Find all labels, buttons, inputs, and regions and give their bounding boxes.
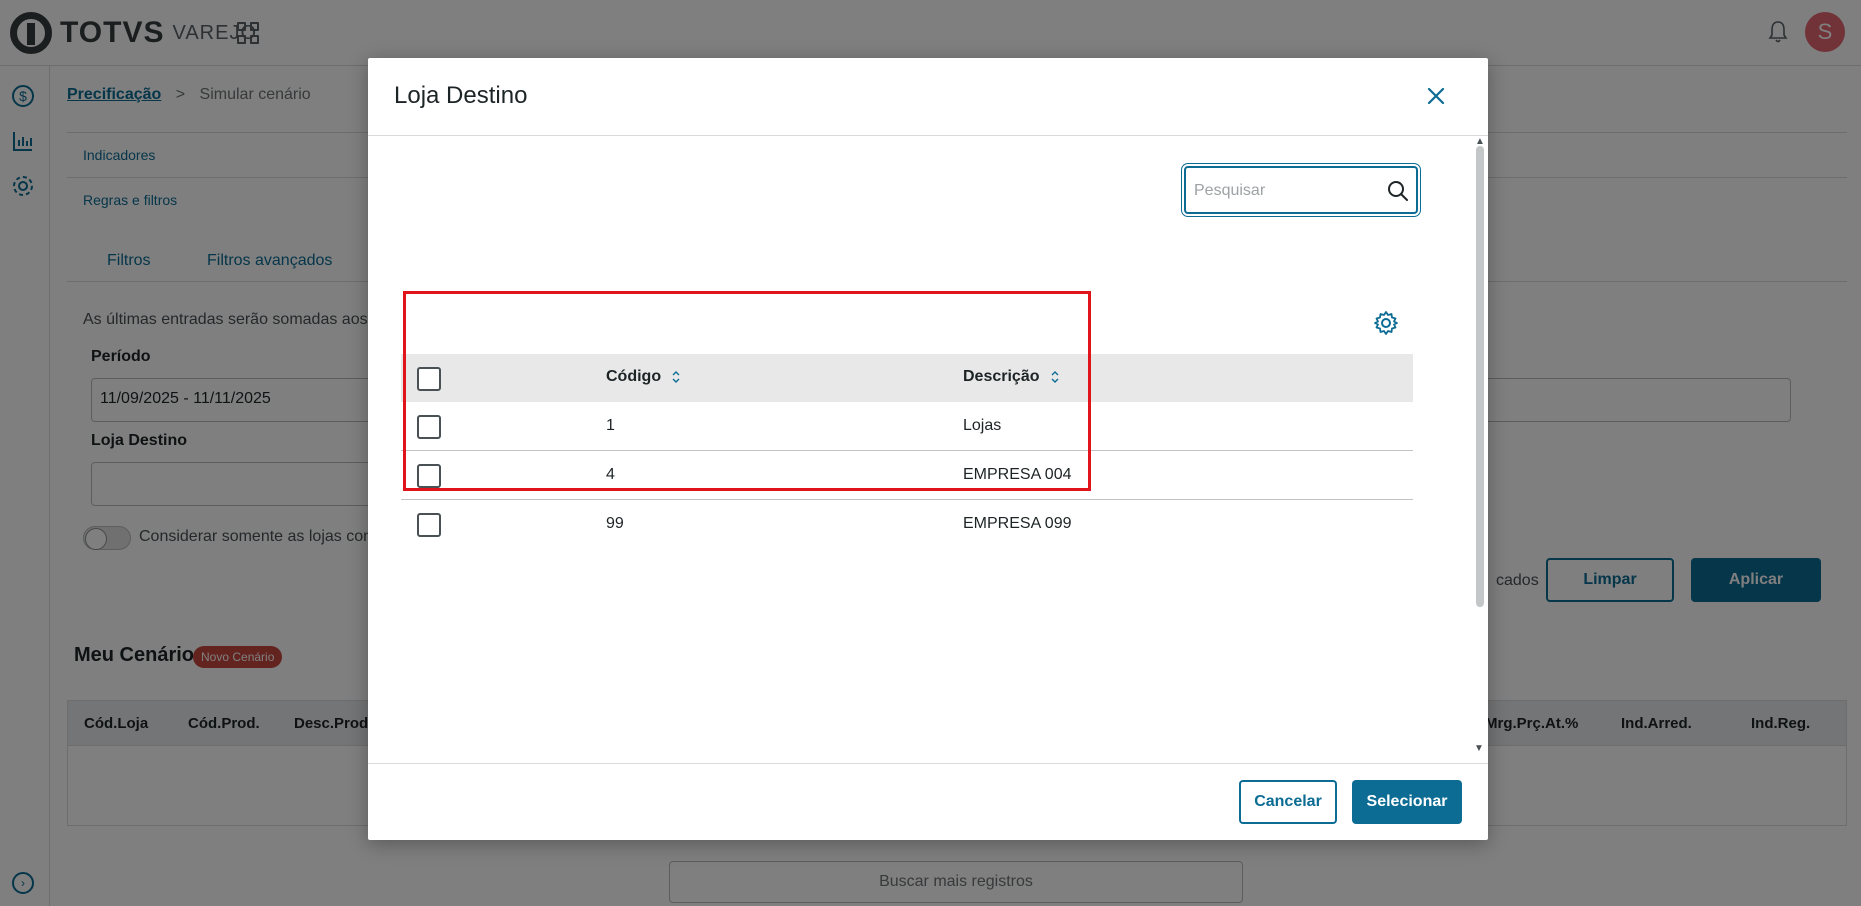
table-row[interactable]: 4 EMPRESA 004 (401, 451, 1413, 500)
row-description: EMPRESA 099 (963, 515, 1072, 532)
close-icon[interactable] (1422, 82, 1450, 110)
row-code: 1 (606, 417, 615, 434)
modal-footer: Cancelar Selecionar (368, 763, 1488, 840)
row-checkbox[interactable] (417, 415, 441, 439)
header-codigo-label: Código (606, 368, 662, 385)
modal-body: ▲ ▼ Código Descrição (368, 136, 1488, 763)
lojas-table: Código Descrição 1 Lojas 4 EMPRESA 004 9… (401, 354, 1413, 549)
header-codigo[interactable]: Código (606, 368, 681, 386)
header-descricao-label: Descrição (963, 368, 1040, 385)
vertical-scrollbar[interactable] (1476, 146, 1484, 607)
header-descricao[interactable]: Descrição (963, 368, 1060, 386)
row-checkbox[interactable] (417, 464, 441, 488)
row-code: 4 (606, 466, 615, 483)
loja-destino-modal: Loja Destino ▲ ▼ Código Descrição (368, 58, 1488, 840)
row-code: 99 (606, 515, 624, 532)
modal-title: Loja Destino (394, 82, 528, 109)
table-header: Código Descrição (401, 354, 1413, 402)
search-input[interactable] (1194, 179, 1374, 203)
table-row[interactable]: 1 Lojas (401, 402, 1413, 451)
select-button[interactable]: Selecionar (1352, 780, 1462, 824)
cancel-button[interactable]: Cancelar (1239, 780, 1337, 824)
search-icon[interactable] (1386, 179, 1410, 203)
select-all-checkbox[interactable] (417, 367, 441, 391)
row-description: EMPRESA 004 (963, 466, 1072, 483)
search-box (1184, 166, 1418, 214)
sort-icon[interactable] (1050, 369, 1060, 385)
row-description: Lojas (963, 417, 1002, 434)
scroll-down-arrow[interactable]: ▼ (1474, 743, 1484, 754)
row-checkbox[interactable] (417, 513, 441, 537)
table-row[interactable]: 99 EMPRESA 099 (401, 500, 1413, 549)
table-settings-gear-icon[interactable] (1373, 310, 1399, 336)
sort-icon[interactable] (671, 369, 681, 385)
modal-header: Loja Destino (368, 58, 1488, 136)
